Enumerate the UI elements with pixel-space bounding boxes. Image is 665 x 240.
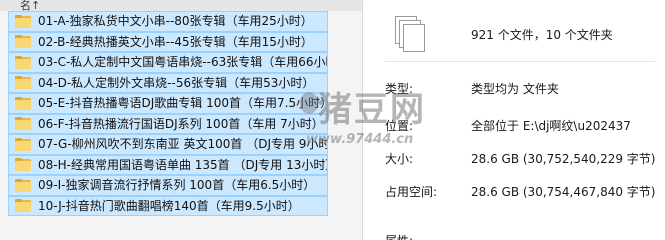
properties-pane: 921 个文件，10 个文件夹 类型: 类型均为 文件夹 位置: 全部位于 E:… xyxy=(363,0,665,240)
folder-name: 10-J-抖音热门歌曲翻唱榜140首（车用9.5小时） xyxy=(38,198,300,213)
folder-list: 01-A-独家私货中文小串--80张专辑（车用25小时） 02-B-经典热播英文小… xyxy=(8,11,362,216)
folder-icon xyxy=(15,178,31,192)
folder-name: 04-D-私人定制外文串烧--56张专辑（车用53小时） xyxy=(38,75,315,90)
selection-summary: 921 个文件，10 个文件夹 xyxy=(471,28,613,42)
folder-row[interactable]: 02-B-经典热播英文小串--45张专辑（车用15小时） xyxy=(8,31,328,52)
folder-name: 01-A-独家私货中文小串--80张专辑（车用25小时） xyxy=(38,14,313,29)
folder-row[interactable]: 09-I-独家调音流行抒情系列 100首（车用6.5小时） xyxy=(8,175,328,196)
folder-name: 02-B-经典热播英文小串--45张专辑（车用15小时） xyxy=(38,34,313,49)
prop-location-value: 全部位于 E:\dj啊纹\u202437 xyxy=(471,119,631,133)
prop-disk-value: 28.6 GB (30,754,467,840 字节) xyxy=(471,185,656,199)
prop-type-label: 类型: xyxy=(385,82,414,96)
folder-row[interactable]: 07-G-柳州风吹不到东南亚 英文100首 （DJ专用 9小时） xyxy=(8,134,328,155)
folder-icon xyxy=(15,55,31,69)
folder-name: 03-C-私人定制中文国粤语串烧--63张专辑（车用66小时） xyxy=(38,55,328,70)
folder-row[interactable]: 08-H-经典常用国语粤语单曲 135首 （DJ专用 13小时） xyxy=(8,154,328,175)
folder-icon xyxy=(15,96,31,110)
prop-attributes-label: 属性: xyxy=(385,232,413,240)
folder-row[interactable]: 10-J-抖音热门歌曲翻唱榜140首（车用9.5小时） xyxy=(8,195,328,216)
prop-disk-label: 占用空间: xyxy=(385,185,438,199)
multiple-files-icon xyxy=(393,14,427,54)
prop-location-label: 位置: xyxy=(385,119,414,133)
separator xyxy=(385,61,655,62)
folder-icon xyxy=(15,199,31,213)
prop-type-value: 类型均为 文件夹 xyxy=(471,82,559,96)
folder-name: 08-H-经典常用国语粤语单曲 135首 （DJ专用 13小时） xyxy=(38,157,328,172)
folder-name: 07-G-柳州风吹不到东南亚 英文100首 （DJ专用 9小时） xyxy=(38,137,328,152)
folder-row[interactable]: 03-C-私人定制中文国粤语串烧--63张专辑（车用66小时） xyxy=(8,52,328,73)
folder-icon xyxy=(15,137,31,151)
folder-row[interactable]: 04-D-私人定制外文串烧--56张专辑（车用53小时） xyxy=(8,72,328,93)
folder-icon xyxy=(15,35,31,49)
folder-row[interactable]: 06-F-抖音热播流行国语DJ系列 100首（车用 7小时） xyxy=(8,113,328,134)
folder-name: 06-F-抖音热播流行国语DJ系列 100首（车用 7小时） xyxy=(38,116,324,131)
folder-icon xyxy=(15,158,31,172)
folder-row[interactable]: 01-A-独家私货中文小串--80张专辑（车用25小时） xyxy=(8,11,328,32)
folder-icon xyxy=(15,14,31,28)
folder-icon xyxy=(15,117,31,131)
folder-name: 05-E-抖音热播粤语DJ歌曲专辑 100首（车用7.5小时） xyxy=(38,96,328,111)
folder-icon xyxy=(15,76,31,90)
folder-list-pane: 名↑ 01-A-独家私货中文小串--80张专辑（车用25小时） 02-B-经典热播… xyxy=(0,0,362,240)
prop-size-value: 28.6 GB (30,752,540,229 字节) xyxy=(471,152,656,166)
list-column-header[interactable]: 名↑ xyxy=(0,0,362,12)
folder-row[interactable]: 05-E-抖音热播粤语DJ歌曲专辑 100首（车用7.5小时） xyxy=(8,93,328,114)
folder-name: 09-I-独家调音流行抒情系列 100首（车用6.5小时） xyxy=(38,178,316,193)
prop-size-label: 大小: xyxy=(385,152,414,166)
